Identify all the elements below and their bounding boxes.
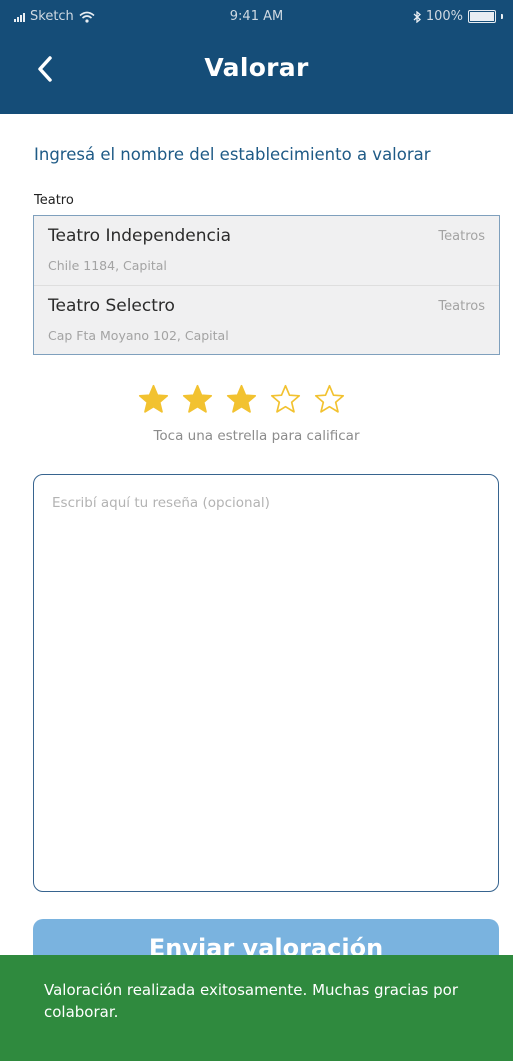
battery-percent: 100% xyxy=(425,9,463,24)
result-address: Chile 1184, Capital xyxy=(48,258,167,273)
success-toast: Valoración realizada exitosamente. Mucha… xyxy=(0,955,513,1061)
result-name: Teatro Independencia xyxy=(48,226,232,246)
battery-icon xyxy=(468,10,496,23)
star-icon-3[interactable] xyxy=(225,383,258,416)
result-category: Teatros xyxy=(438,299,485,314)
star-icon-4[interactable] xyxy=(269,383,302,416)
page-title: Valorar xyxy=(204,53,309,82)
star-icon-5[interactable] xyxy=(313,383,346,416)
result-category: Teatros xyxy=(438,229,485,244)
battery-tip xyxy=(501,14,503,19)
bluetooth-icon xyxy=(413,10,421,23)
star-icon-1[interactable] xyxy=(137,383,170,416)
result-name: Teatro Selectro xyxy=(48,296,175,316)
review-textarea[interactable] xyxy=(33,474,499,892)
result-item[interactable]: Teatro Selectro Teatros Cap Fta Moyano 1… xyxy=(34,285,499,355)
search-query[interactable]: Teatro xyxy=(34,193,74,208)
result-address: Cap Fta Moyano 102, Capital xyxy=(48,328,229,343)
star-rating xyxy=(137,383,346,416)
app-header: Sketch 9:41 AM 100% Valorar xyxy=(0,0,513,114)
rating-hint: Toca una estrella para calificar xyxy=(153,428,360,444)
star-icon-2[interactable] xyxy=(181,383,214,416)
results-list: Teatro Independencia Teatros Chile 1184,… xyxy=(33,215,500,355)
status-right: 100% xyxy=(413,9,503,24)
result-item[interactable]: Teatro Independencia Teatros Chile 1184,… xyxy=(34,216,499,285)
toast-message: Valoración realizada exitosamente. Mucha… xyxy=(44,981,458,1021)
instructions-text: Ingresá el nombre del establecimiento a … xyxy=(34,145,431,164)
status-bar: Sketch 9:41 AM 100% xyxy=(0,0,513,36)
